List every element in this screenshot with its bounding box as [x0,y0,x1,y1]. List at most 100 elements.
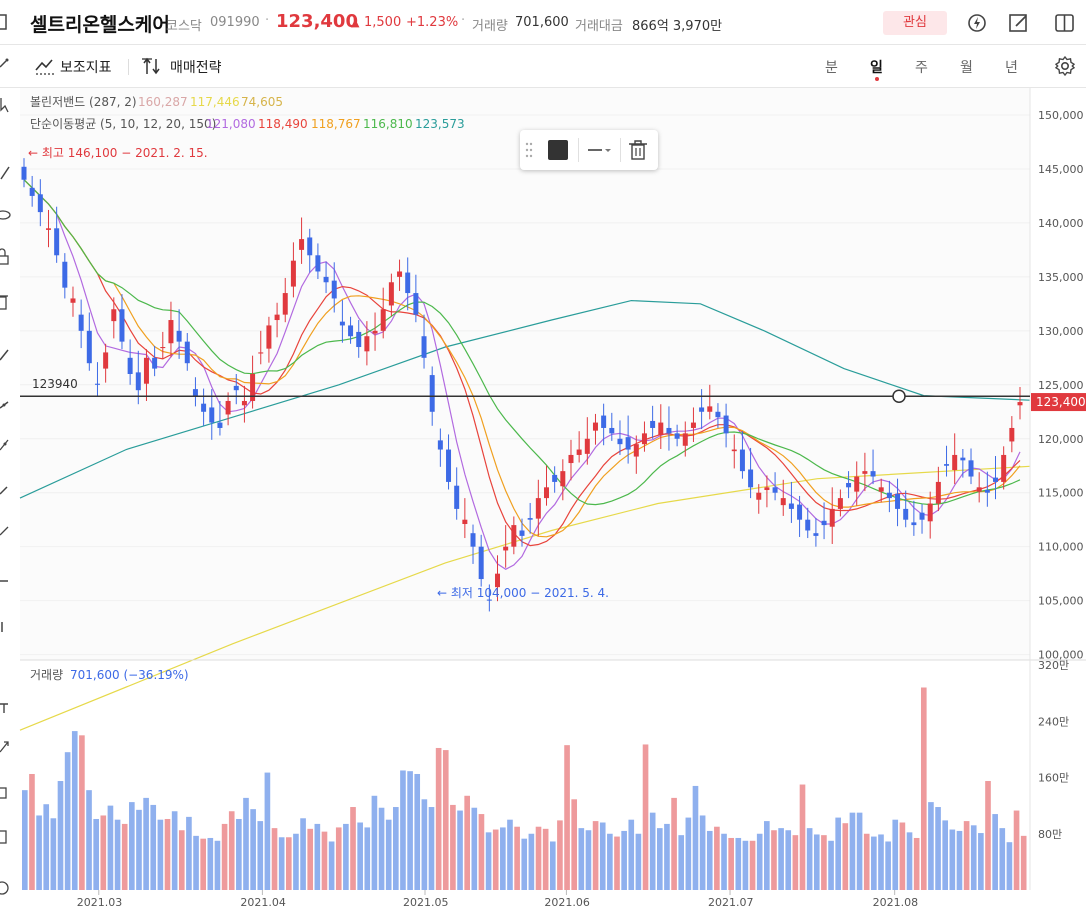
candle-body [1009,427,1015,442]
volume-bar [86,790,92,890]
favorite-button[interactable]: 관심 [883,11,947,35]
candle-body [633,444,639,457]
candle-body [135,372,141,391]
line-color-swatch[interactable] [548,140,568,160]
volume-tick-label: 240만 [1038,715,1069,728]
volume-bar [742,840,749,890]
volume-bar [357,822,363,890]
channel-tool-icon[interactable] [0,436,12,454]
volume-bar [200,838,207,890]
ma10-value: 118,490 [258,117,308,131]
candle-body [878,487,884,492]
volume-bar [970,825,977,890]
period-tab-day[interactable]: 일 [870,57,883,77]
line-style-dropdown[interactable] [586,140,614,160]
edit-icon[interactable] [1008,12,1030,34]
candle-body [380,309,386,331]
horizontal-line-handle[interactable] [892,389,906,403]
volume-bar [478,814,485,890]
chart-area[interactable]: 123940 150,000 145,000 140,000 135,000 130,0… [0,88,1086,915]
candle-body [813,533,819,536]
volume-bar [992,814,998,890]
candle-body [552,474,558,482]
candle-body [446,449,452,482]
volume-bar [64,752,71,890]
period-tab-minute[interactable]: 분 [825,57,838,77]
volume-bar [913,837,920,890]
candle-body [535,498,541,519]
candle-body [143,357,149,384]
candle-body [160,347,166,349]
pen-icon[interactable] [0,164,12,182]
candle-body [119,309,125,342]
strategy-icon [142,57,160,75]
text-tool-icon[interactable] [0,698,12,716]
drag-handle-icon[interactable] [524,140,534,160]
settings-gear-icon[interactable] [1054,55,1076,77]
volume-bar [835,817,841,890]
price-tick-label: 105,000 [1038,595,1084,608]
candle-body [821,520,827,526]
x-axis-label: 2021.04 [240,896,286,909]
hline-tool-icon[interactable] [0,572,12,590]
volume-bar [464,795,470,890]
arrow-tool-icon[interactable] [0,738,12,756]
volume-bar [956,830,963,890]
volume-bar [435,747,442,890]
candle-body [111,309,117,322]
volume-bar [785,830,792,890]
volume-bar [243,797,249,890]
volume-bar [364,827,371,890]
cursor-icon[interactable] [0,96,12,114]
candle-body [429,375,435,412]
lock-icon[interactable] [0,248,12,266]
candle-body [70,298,76,303]
volume-bar [50,818,57,890]
candle-body [960,457,966,461]
candle-body [45,228,51,230]
price-chart[interactable]: 123940 150,000 145,000 140,000 135,000 130,0… [0,88,1086,915]
ma-legend-label: 단순이동평균 (5, 10, 12, 20, 150) [30,117,216,131]
line-tool-icon[interactable] [0,346,12,364]
volume-bar [828,840,834,890]
volume-bar [71,731,78,890]
candle-body [470,533,476,547]
shape-tool-icon[interactable] [0,784,12,802]
trash-icon[interactable] [0,292,12,310]
candle-body [862,471,868,474]
volume-bar [671,797,677,890]
candle-body [331,280,337,299]
volume-bar [614,836,620,890]
candle-body [756,492,762,500]
volume-bar [157,819,164,890]
candle-body [217,422,223,428]
x-axis-label: 2021.03 [77,896,123,909]
eye-icon[interactable] [0,206,12,224]
active-period-dot [875,77,879,81]
indicator-chart-icon [35,59,54,75]
period-tab-month[interactable]: 월 [960,57,973,77]
lightning-icon[interactable] [966,12,988,34]
volume-bar [471,807,478,890]
volume-bar [678,835,685,890]
fib-tool-icon[interactable] [0,522,12,540]
candle-body [527,518,533,520]
candle-body [690,422,696,428]
candle-body [911,522,917,526]
period-tab-year[interactable]: 년 [1005,57,1018,77]
delete-drawing-icon[interactable] [627,138,649,162]
measure-tool-icon[interactable] [0,828,12,846]
bollinger-legend-label: 볼린저밴드 (287, 2) [30,95,137,109]
volume-bar [856,812,863,890]
volume-bar [906,832,913,890]
clock-icon[interactable] [0,878,12,896]
volume-bar [107,805,114,890]
period-tab-week[interactable]: 주 [915,57,928,77]
candle-body [788,503,794,509]
vline-tool-icon[interactable] [0,618,12,636]
volume-legend-label: 거래량 [30,668,63,682]
trend-tool-icon[interactable] [0,482,12,500]
drawing-tool-icon[interactable] [0,57,10,71]
panel-toggle-icon[interactable] [1054,12,1076,34]
ray-tool-icon[interactable] [0,396,12,414]
